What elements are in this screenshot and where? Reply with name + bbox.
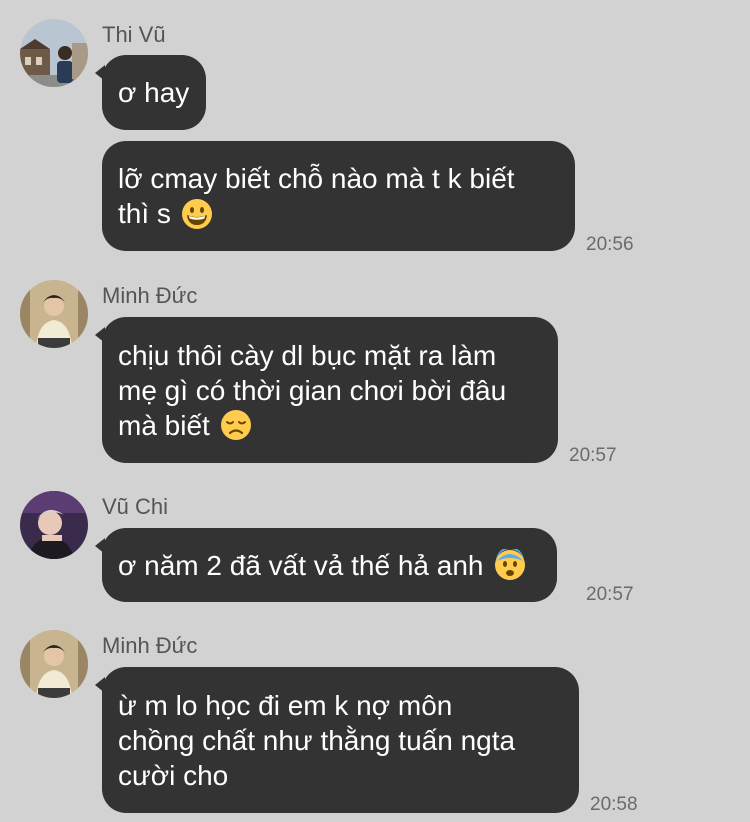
- message-text: cười cho: [118, 759, 229, 791]
- avatar-thi-vu[interactable]: [20, 19, 88, 87]
- message-text: chồng chất như thằng tuấn ngta: [118, 724, 516, 756]
- message-bubble[interactable]: ơ năm 2 đã vất vả thế hả anh: [95, 528, 557, 602]
- message-text: chịu thôi cày dl bục mặt ra làm: [118, 339, 497, 371]
- message-text: thì s: [118, 198, 171, 229]
- sender-name: Vũ Chi: [102, 494, 169, 519]
- sender-name: Thi Vũ: [102, 22, 166, 47]
- avatar-minh-duc[interactable]: [20, 280, 88, 348]
- disappointed-face-emoji: [220, 409, 252, 441]
- sender-name: Minh Đức: [102, 633, 198, 658]
- message-bubble[interactable]: ừ m lo học đi em k nợ môn chồng chất như…: [95, 667, 579, 813]
- message-timestamp: 20:56: [586, 234, 634, 255]
- message-text: mà biết: [118, 409, 210, 441]
- avatar-photo: [20, 630, 88, 698]
- message-text: mẹ gì có thời gian chơi bời đâu: [118, 374, 507, 406]
- message-text: lỡ cmay biết chỗ nào mà t k biết: [118, 163, 515, 194]
- message-timestamp: 20:57: [586, 584, 634, 605]
- grinning-face-emoji: [181, 198, 213, 230]
- message-bubble[interactable]: ơ hay: [95, 55, 206, 130]
- message-text: ơ năm 2 đã vất vả thế hả anh: [118, 549, 484, 581]
- fearful-face-emoji: [494, 549, 526, 581]
- avatar-minh-duc[interactable]: [20, 630, 88, 698]
- avatar-photo: [20, 280, 88, 348]
- message-timestamp: 20:58: [590, 794, 638, 815]
- avatar-photo: [20, 491, 88, 559]
- sender-name: Minh Đức: [102, 283, 198, 308]
- avatar-photo: [20, 19, 88, 87]
- message-timestamp: 20:57: [569, 445, 617, 466]
- message-bubble[interactable]: chịu thôi cày dl bục mặt ra làm mẹ gì có…: [95, 317, 558, 463]
- message-text: ừ m lo học đi em k nợ môn: [118, 689, 453, 721]
- message-bubble[interactable]: lỡ cmay biết chỗ nào mà t k biết thì s: [102, 141, 575, 251]
- avatar-vu-chi[interactable]: [20, 491, 88, 559]
- message-text: ơ hay: [118, 77, 190, 108]
